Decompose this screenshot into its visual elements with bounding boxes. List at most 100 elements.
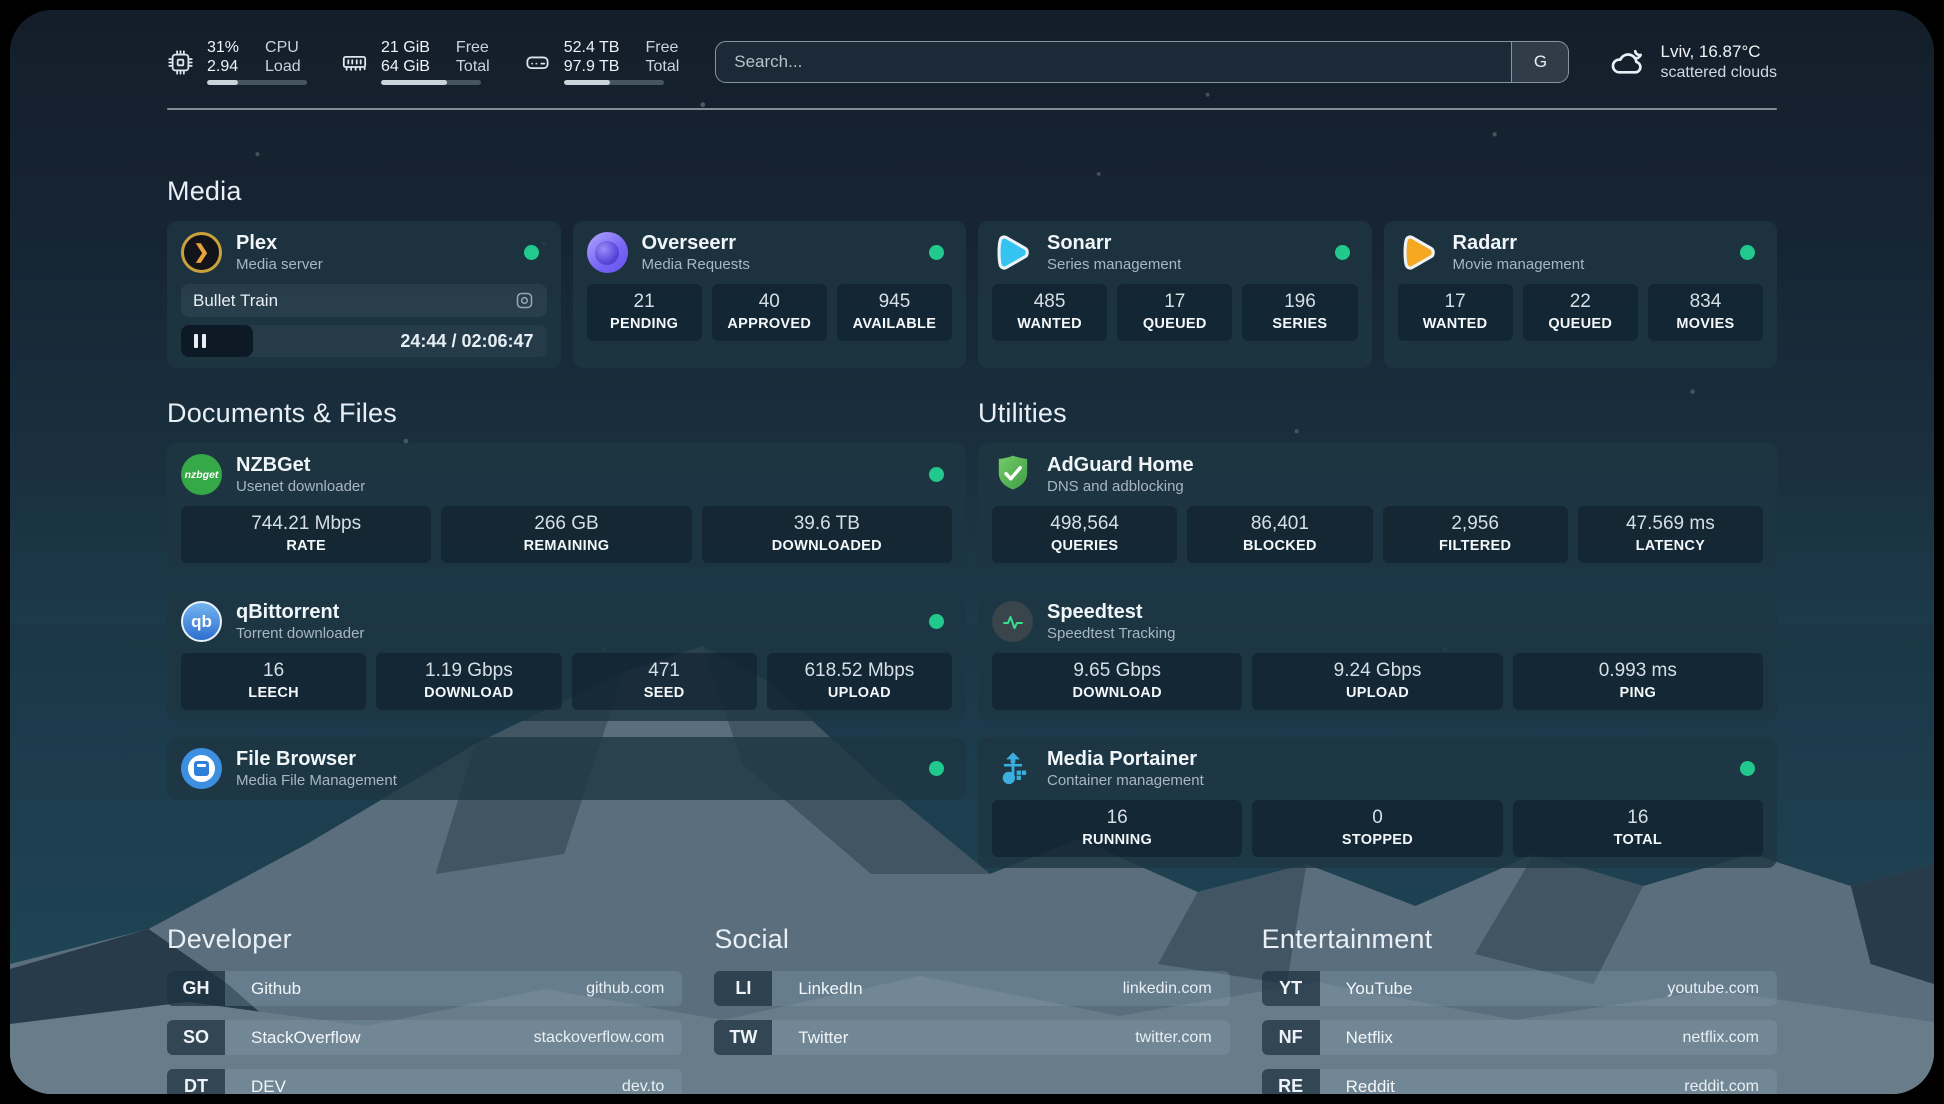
stat-queued: 22QUEUED [1523, 284, 1638, 341]
filebrowser-icon [181, 748, 222, 789]
bookmark-twitter[interactable]: TW Twitter twitter.com [714, 1020, 1229, 1055]
service-name: qBittorrent [236, 601, 364, 623]
service-card-overseerr[interactable]: Overseerr Media Requests 21PENDING 40APP… [573, 221, 967, 368]
search-bar[interactable]: G [715, 41, 1569, 83]
stat-downloaded: 39.6 TBDOWNLOADED [702, 506, 952, 563]
camera-icon [514, 290, 535, 311]
bookmark-reddit[interactable]: RE Reddit reddit.com [1262, 1069, 1777, 1094]
weather-widget: Lviv, 16.87°C scattered clouds [1609, 42, 1777, 82]
section-title-media: Media [167, 176, 1777, 207]
stat-download: 9.65 GbpsDOWNLOAD [992, 653, 1242, 710]
bookmark-name: YouTube [1320, 971, 1413, 1006]
bookmark-github[interactable]: GH Github github.com [167, 971, 682, 1006]
service-description: DNS and adblocking [1047, 478, 1194, 495]
status-dot [524, 245, 539, 260]
stat-approved: 40APPROVED [712, 284, 827, 341]
bookmark-abbr: LI [714, 971, 772, 1006]
bookmark-youtube[interactable]: YT YouTube youtube.com [1262, 971, 1777, 1006]
bookmark-name: Netflix [1320, 1020, 1393, 1055]
bookmark-url: dev.to [622, 1069, 682, 1094]
cpu-load-value: 2.94 [207, 58, 239, 76]
service-name: Media Portainer [1047, 748, 1204, 770]
disk-free-value: 52.4 TB [564, 39, 620, 57]
stat-filtered: 2,956FILTERED [1383, 506, 1568, 563]
service-description: Usenet downloader [236, 478, 365, 495]
search-provider-button[interactable]: G [1511, 42, 1568, 82]
disk-widget: 52.4 TB 97.9 TB Free Total [524, 39, 680, 85]
stat-upload: 618.52 MbpsUPLOAD [767, 653, 952, 710]
bookmark-abbr: RE [1262, 1069, 1320, 1094]
load-label: Load [265, 58, 301, 76]
adguard-shield-icon [992, 454, 1033, 495]
plex-progress-row[interactable]: 24:44 / 02:06:47 [181, 325, 547, 357]
top-bar: 31% 2.94 CPU Load [167, 10, 1777, 92]
service-card-qbittorrent[interactable]: qb qBittorrent Torrent downloader 16LEEC… [167, 590, 966, 721]
bookmark-abbr: YT [1262, 971, 1320, 1006]
portainer-crane-icon [992, 748, 1033, 789]
bookmark-netflix[interactable]: NF Netflix netflix.com [1262, 1020, 1777, 1055]
bookmark-stackoverflow[interactable]: SO StackOverflow stackoverflow.com [167, 1020, 682, 1055]
stat-remaining: 266 GBREMAINING [441, 506, 691, 563]
service-card-sonarr[interactable]: Sonarr Series management 485WANTED 17QUE… [978, 221, 1372, 368]
service-card-filebrowser[interactable]: File Browser Media File Management [167, 737, 966, 800]
service-card-speedtest[interactable]: Speedtest Speedtest Tracking 9.65 GbpsDO… [978, 590, 1777, 721]
service-card-portainer[interactable]: Media Portainer Container management 16R… [978, 737, 1777, 868]
media-card-grid: ❯ Plex Media server Bullet Train [167, 221, 1777, 368]
bookmark-dev[interactable]: DT DEV dev.to [167, 1069, 682, 1094]
cpu-progress-bar [207, 80, 307, 85]
service-name: Plex [236, 232, 323, 254]
service-description: Container management [1047, 772, 1204, 789]
status-dot [929, 614, 944, 629]
stat-stopped: 0STOPPED [1252, 800, 1502, 857]
memory-total-value: 64 GiB [381, 58, 430, 76]
service-description: Torrent downloader [236, 625, 364, 642]
disk-progress-bar [564, 80, 664, 85]
service-description: Media File Management [236, 772, 397, 789]
stat-running: 16RUNNING [992, 800, 1242, 857]
service-card-adguard[interactable]: AdGuard Home DNS and adblocking 498,564Q… [978, 443, 1777, 574]
bookmark-url: twitter.com [1135, 1020, 1229, 1055]
bookmark-name: StackOverflow [225, 1020, 361, 1055]
playback-progress [181, 325, 253, 357]
section-title-social: Social [714, 924, 1229, 955]
service-card-nzbget[interactable]: nzbget NZBGet Usenet downloader 744.21 M… [167, 443, 966, 574]
service-card-radarr[interactable]: Radarr Movie management 17WANTED 22QUEUE… [1384, 221, 1778, 368]
status-dot [1335, 245, 1350, 260]
bookmark-abbr: GH [167, 971, 225, 1006]
stat-blocked: 86,401BLOCKED [1187, 506, 1372, 563]
section-title-entertainment: Entertainment [1262, 924, 1777, 955]
service-description: Series management [1047, 256, 1181, 273]
bookmark-url: stackoverflow.com [534, 1020, 683, 1055]
service-description: Movie management [1453, 256, 1585, 273]
radarr-icon [1398, 232, 1439, 273]
stat-wanted: 485WANTED [992, 284, 1107, 341]
service-name: Speedtest [1047, 601, 1175, 623]
header-divider [167, 108, 1777, 110]
cpu-icon [167, 49, 194, 76]
weather-condition: scattered clouds [1660, 64, 1777, 82]
search-input[interactable] [716, 52, 1511, 72]
entertainment-bookmarks: Entertainment YT YouTube youtube.com NF … [1262, 924, 1777, 1094]
cloud-moon-icon [1609, 43, 1647, 81]
service-name: Sonarr [1047, 232, 1181, 254]
bookmark-url: youtube.com [1667, 971, 1777, 1006]
service-name: Radarr [1453, 232, 1585, 254]
bookmark-linkedin[interactable]: LI LinkedIn linkedin.com [714, 971, 1229, 1006]
social-bookmarks: Social LI LinkedIn linkedin.com TW Twitt… [714, 924, 1229, 1094]
memory-icon [341, 49, 368, 76]
stat-movies: 834MOVIES [1648, 284, 1763, 341]
pause-icon [194, 334, 206, 348]
bookmark-name: DEV [225, 1069, 286, 1094]
bookmark-name: Reddit [1320, 1069, 1395, 1094]
stat-queries: 498,564QUERIES [992, 506, 1177, 563]
bookmark-abbr: NF [1262, 1020, 1320, 1055]
plex-icon: ❯ [181, 232, 222, 273]
stat-series: 196SERIES [1242, 284, 1357, 341]
stat-latency: 47.569 msLATENCY [1578, 506, 1763, 563]
stat-download: 1.19 GbpsDOWNLOAD [376, 653, 561, 710]
stat-rate: 744.21 MbpsRATE [181, 506, 431, 563]
bookmark-abbr: DT [167, 1069, 225, 1094]
developer-bookmarks: Developer GH Github github.com SO StackO… [167, 924, 682, 1094]
service-card-plex[interactable]: ❯ Plex Media server Bullet Train [167, 221, 561, 368]
memory-total-label: Total [456, 58, 490, 76]
